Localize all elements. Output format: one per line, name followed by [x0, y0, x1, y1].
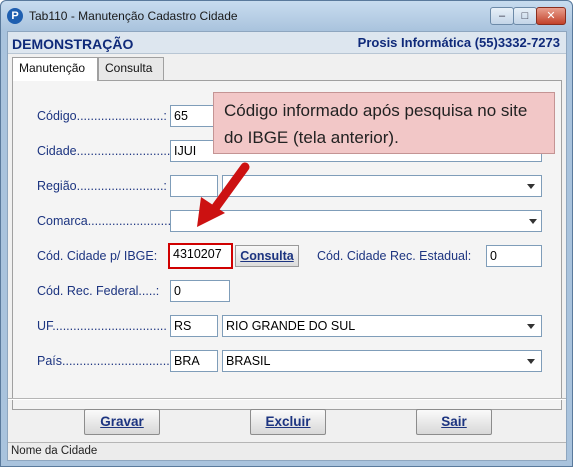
comarca-label: Comarca........................: — [37, 214, 175, 228]
chevron-down-icon — [527, 359, 535, 364]
cod-estadual-label: Cód. Cidade Rec. Estadual: — [317, 249, 472, 263]
pais-label: País............................... — [37, 354, 170, 368]
pais-code-input[interactable]: BRA — [170, 350, 218, 372]
status-text: Nome da Cidade — [11, 445, 98, 457]
uf-name: RIO GRANDE DO SUL — [226, 319, 356, 333]
status-bar: Nome da Cidade — [8, 442, 566, 460]
separator — [8, 398, 566, 400]
maximize-button[interactable]: □ — [513, 7, 537, 25]
cod-estadual-input[interactable]: 0 — [486, 245, 542, 267]
company-contact: Prosis Informática (55)3332-7273 — [357, 35, 560, 50]
sair-button[interactable]: Sair — [416, 409, 492, 435]
app-window: P Tab110 - Manutenção Cadastro Cidade – … — [0, 0, 573, 467]
cidade-label: Cidade........................... — [37, 144, 171, 158]
codigo-label: Código.........................: — [37, 109, 167, 123]
minimize-button[interactable]: – — [490, 7, 514, 25]
uf-select[interactable]: RIO GRANDE DO SUL — [222, 315, 542, 337]
cod-ibge-label: Cód. Cidade p/ IBGE: — [37, 249, 158, 263]
gravar-button[interactable]: Gravar — [84, 409, 160, 435]
regiao-select[interactable] — [222, 175, 542, 197]
window-title: Tab110 - Manutenção Cadastro Cidade — [29, 9, 238, 23]
annotation-callout: Código informado após pesquisa no site d… — [213, 92, 555, 154]
uf-label: UF................................. — [37, 319, 167, 333]
tab-manutencao[interactable]: Manutenção — [12, 57, 98, 81]
chevron-down-icon — [527, 324, 535, 329]
pais-name: BRASIL — [226, 354, 271, 368]
title-bar[interactable]: P Tab110 - Manutenção Cadastro Cidade – … — [1, 1, 572, 31]
pais-select[interactable]: BRASIL — [222, 350, 542, 372]
tab-consulta[interactable]: Consulta — [98, 57, 164, 80]
annotation-arrow-icon — [197, 162, 250, 227]
demo-label: DEMONSTRAÇÃO — [12, 36, 134, 52]
app-icon: P — [7, 8, 23, 24]
consulta-ibge-button[interactable]: Consulta — [235, 245, 299, 267]
cod-ibge-input[interactable]: 4310207 — [168, 243, 233, 269]
uf-code-input[interactable]: RS — [170, 315, 218, 337]
regiao-label: Região.........................: — [37, 179, 167, 193]
cod-federal-label: Cód. Rec. Federal.....: — [37, 284, 160, 298]
cod-federal-input[interactable]: 0 — [170, 280, 230, 302]
chevron-down-icon — [529, 219, 537, 224]
chevron-down-icon — [527, 184, 535, 189]
header-bar: DEMONSTRAÇÃO Prosis Informática (55)3332… — [8, 32, 566, 54]
excluir-button[interactable]: Excluir — [250, 409, 326, 435]
close-button[interactable]: ✕ — [536, 7, 566, 25]
